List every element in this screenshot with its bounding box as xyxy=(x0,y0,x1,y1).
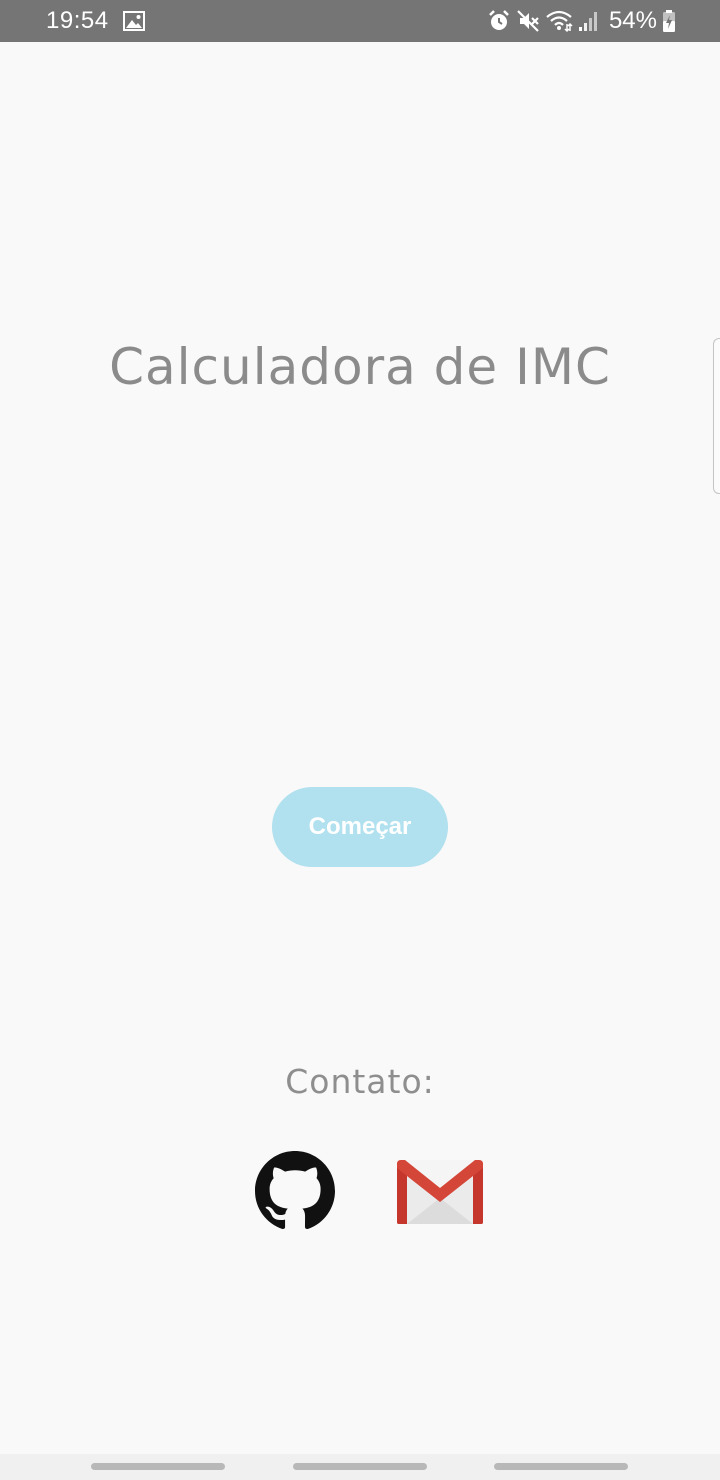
gmail-link[interactable] xyxy=(395,1158,485,1226)
nav-recents-handle[interactable] xyxy=(91,1463,225,1470)
battery-charging-icon xyxy=(662,9,676,33)
start-button[interactable]: Começar xyxy=(272,787,448,867)
battery-percent: 54% xyxy=(608,7,657,34)
alarm-icon xyxy=(487,9,511,33)
page-title: Calculadora de IMC xyxy=(109,338,611,396)
github-icon xyxy=(255,1151,335,1230)
gmail-icon xyxy=(397,1160,483,1224)
status-bar: 19:54 54% xyxy=(0,0,720,42)
signal-icon xyxy=(578,9,600,33)
edge-panel-handle[interactable] xyxy=(713,338,720,494)
nav-home-handle[interactable] xyxy=(293,1463,427,1470)
nav-back-handle[interactable] xyxy=(494,1463,628,1470)
mute-icon xyxy=(516,9,540,33)
image-icon xyxy=(122,11,145,31)
status-right: 54% xyxy=(487,0,676,42)
app-screen: 19:54 54% Calculadora de IMC Começar Con… xyxy=(0,0,720,1480)
wifi-icon xyxy=(545,9,573,33)
navigation-bar xyxy=(0,1454,720,1480)
contact-label: Contato: xyxy=(285,1062,435,1101)
status-left: 19:54 xyxy=(46,0,145,42)
github-link[interactable] xyxy=(255,1151,335,1231)
status-time: 19:54 xyxy=(46,7,109,34)
